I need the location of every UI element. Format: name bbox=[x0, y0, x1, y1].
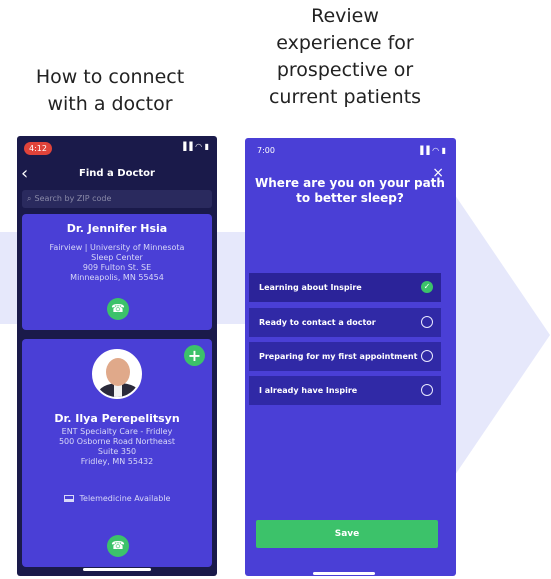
status-time: 7:00 bbox=[257, 146, 275, 155]
doctor-name: Dr. Ilya Perepelitsyn bbox=[54, 412, 180, 425]
option-ready-contact[interactable]: Ready to contact a doctor bbox=[249, 308, 441, 337]
sleep-path-screen: 7:00 ▐▐ ◠ ▮ × Where are you on your path… bbox=[245, 138, 456, 576]
status-bar: 4:12 ▐▐ ◠ ▮ bbox=[17, 136, 217, 158]
search-icon: ⌕ bbox=[27, 194, 32, 203]
check-icon: ✓ bbox=[421, 281, 433, 293]
page-title: Where are you on your path to better sle… bbox=[255, 176, 445, 205]
radio-icon bbox=[421, 350, 433, 362]
phone-icon[interactable]: ☎ bbox=[107, 298, 129, 320]
telemedicine-badge: Telemedicine Available bbox=[22, 494, 212, 503]
status-icons: ▐▐ ◠ ▮ bbox=[417, 146, 446, 155]
doctor-address: Fairview | University of Minnesota Sleep… bbox=[49, 243, 185, 282]
search-placeholder: Search by ZIP code bbox=[34, 194, 112, 203]
search-input[interactable]: ⌕ Search by ZIP code bbox=[22, 190, 212, 208]
home-indicator bbox=[313, 572, 375, 575]
caption-review: Review experience for prospective or cur… bbox=[268, 5, 422, 108]
option-first-appointment[interactable]: Preparing for my first appointment bbox=[249, 342, 441, 371]
progress-arrow-head bbox=[455, 195, 550, 475]
avatar bbox=[92, 349, 142, 399]
phone-icon[interactable]: ☎ bbox=[107, 535, 129, 557]
add-icon[interactable]: + bbox=[184, 345, 205, 366]
doctor-address: ENT Specialty Care - Fridley 500 Osborne… bbox=[58, 427, 176, 466]
status-icons: ▐▐ ◠ ▮ bbox=[180, 142, 209, 151]
find-doctor-screen: 4:12 ▐▐ ◠ ▮ ‹ Find a Doctor ⌕ Search by Z… bbox=[17, 136, 217, 576]
home-indicator bbox=[83, 568, 151, 571]
doctor-name: Dr. Jennifer Hsia bbox=[66, 222, 168, 235]
caption-connect: How to connect with a doctor bbox=[35, 66, 185, 115]
doctor-card[interactable]: + Dr. Ilya Perepelitsyn ENT Specialty Ca… bbox=[22, 339, 212, 567]
status-time: 4:12 bbox=[24, 142, 52, 155]
page-title: Find a Doctor bbox=[79, 168, 155, 179]
radio-icon bbox=[421, 316, 433, 328]
option-have-inspire[interactable]: I already have Inspire bbox=[249, 376, 441, 405]
header: ‹ Find a Doctor bbox=[17, 164, 217, 184]
option-learning[interactable]: Learning about Inspire ✓ bbox=[249, 273, 441, 302]
doctor-card[interactable]: Dr. Jennifer Hsia Fairview | University … bbox=[22, 214, 212, 330]
laptop-icon bbox=[63, 495, 74, 502]
save-button[interactable]: Save bbox=[256, 520, 438, 548]
radio-icon bbox=[421, 384, 433, 396]
